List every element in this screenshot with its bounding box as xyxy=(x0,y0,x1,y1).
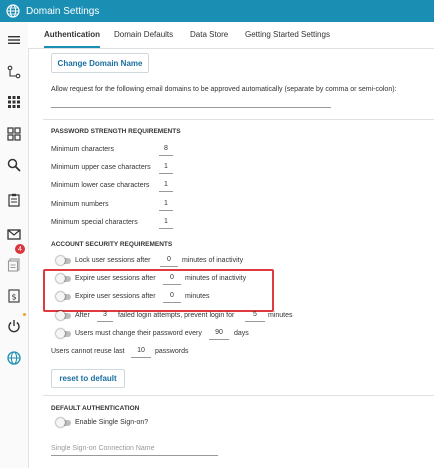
reuse-password-label: Users cannot reuse last xyxy=(51,348,125,355)
sso-label: Enable Single Sign-on? xyxy=(75,419,149,426)
allow-domains-input[interactable] xyxy=(51,98,331,108)
change-password-label: Users must change their password every xyxy=(75,330,202,337)
workflow-icon[interactable] xyxy=(6,64,22,80)
reuse-password-suffix: passwords xyxy=(155,348,189,355)
documents-icon[interactable] xyxy=(6,257,22,273)
reset-to-default-button[interactable]: reset to default xyxy=(51,369,125,388)
min-upper-input[interactable]: 1 xyxy=(159,163,173,174)
password-section-heading: PASSWORD STRENGTH REQUIREMENTS xyxy=(51,128,181,135)
min-special-label: Minimum special characters xyxy=(51,219,138,226)
tab-authentication[interactable]: Authentication xyxy=(44,22,100,48)
clipboard-icon[interactable] xyxy=(6,192,22,208)
min-special-input[interactable]: 1 xyxy=(159,218,173,229)
reuse-password-input[interactable]: 10 xyxy=(131,347,151,358)
min-lower-label: Minimum lower case characters xyxy=(51,182,150,189)
apps-grid-icon[interactable] xyxy=(6,94,22,110)
failed-attempts-middle: failed login attempts, prevent login for xyxy=(118,312,235,319)
sso-connection-input[interactable]: Single Sign-on Connection Name xyxy=(51,445,155,452)
sso-connection-underline xyxy=(51,455,218,456)
min-characters-input[interactable]: 8 xyxy=(159,145,173,156)
prevent-login-input[interactable]: 5 xyxy=(245,311,265,322)
lock-sessions-toggle[interactable] xyxy=(56,256,71,265)
failed-attempts-toggle[interactable] xyxy=(56,311,71,320)
security-section-heading: ACCOUNT SECURITY REQUIREMENTS xyxy=(51,241,173,248)
billing-indicator xyxy=(23,313,26,316)
globe-icon xyxy=(6,4,20,18)
lock-sessions-suffix: minutes of inactivity xyxy=(182,257,244,264)
change-password-toggle[interactable] xyxy=(56,329,71,338)
sidebar: 4 $ xyxy=(0,22,29,468)
tab-getting-started-settings[interactable]: Getting Started Settings xyxy=(245,22,330,48)
highlight-box xyxy=(43,269,274,312)
sso-toggle[interactable] xyxy=(56,418,71,427)
window-title: Domain Settings xyxy=(26,5,100,17)
default-auth-heading: DEFAULT AUTHENTICATION xyxy=(51,405,140,412)
lock-sessions-label: Lock user sessions after xyxy=(75,257,151,264)
prevent-login-suffix: minutes xyxy=(268,312,293,319)
change-password-suffix: days xyxy=(234,330,249,337)
mail-icon[interactable] xyxy=(6,226,22,242)
domain-globe-icon[interactable] xyxy=(6,350,22,366)
min-numbers-label: Minimum numbers xyxy=(51,201,109,208)
menu-icon[interactable] xyxy=(6,32,22,48)
change-password-input[interactable]: 90 xyxy=(209,329,229,340)
tab-bar: Authentication Domain Defaults Data Stor… xyxy=(28,22,434,49)
tab-domain-defaults[interactable]: Domain Defaults xyxy=(114,22,173,48)
mail-badge: 4 xyxy=(15,244,25,254)
divider xyxy=(43,119,434,120)
power-icon[interactable] xyxy=(6,318,22,334)
divider xyxy=(43,395,434,396)
min-numbers-input[interactable]: 1 xyxy=(159,200,173,211)
dashboard-icon[interactable] xyxy=(6,126,22,142)
failed-attempts-label: After xyxy=(75,312,90,319)
allow-domains-label: Allow request for the following email do… xyxy=(51,86,397,93)
search-icon[interactable] xyxy=(6,157,22,173)
svg-text:$: $ xyxy=(11,293,16,302)
min-upper-label: Minimum upper case characters xyxy=(51,164,151,171)
change-domain-name-button[interactable]: Change Domain Name xyxy=(51,53,149,73)
min-characters-label: Minimum characters xyxy=(51,146,115,153)
title-bar: Domain Settings xyxy=(0,0,434,22)
min-lower-input[interactable]: 1 xyxy=(159,181,173,192)
failed-attempts-input[interactable]: 3 xyxy=(97,311,113,322)
lock-sessions-input[interactable]: 0 xyxy=(160,256,178,267)
tab-data-store[interactable]: Data Store xyxy=(190,22,228,48)
billing-icon[interactable]: $ xyxy=(6,288,22,304)
